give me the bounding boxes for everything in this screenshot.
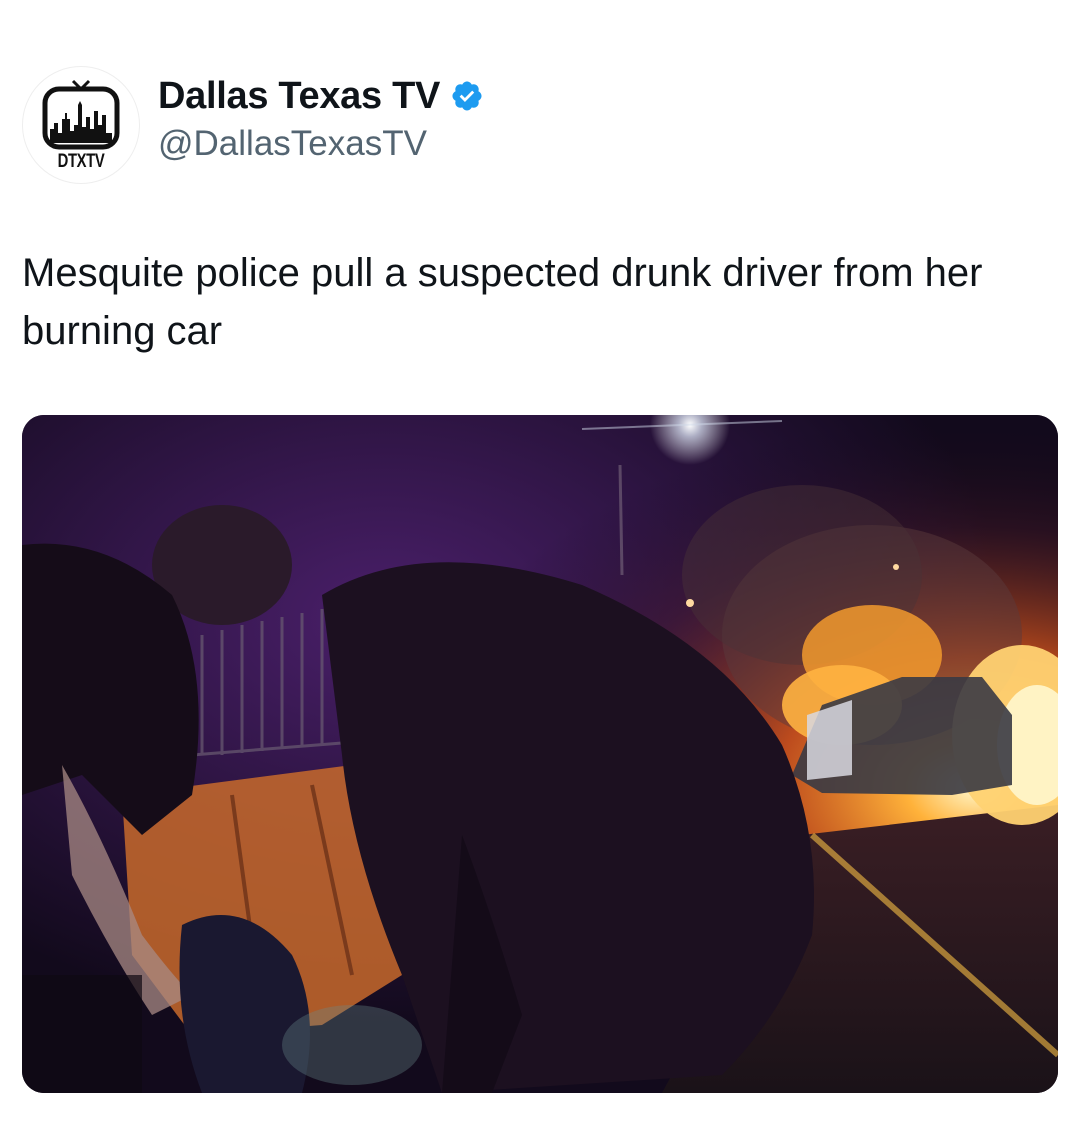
- avatar-logo-text: DTXTV: [57, 151, 105, 172]
- tweet-media-image[interactable]: [22, 415, 1058, 1093]
- account-names: Dallas Texas TV @DallasTexasTV: [158, 72, 484, 166]
- tweet-text: Mesquite police pull a suspected drunk d…: [22, 251, 983, 353]
- account-handle[interactable]: @DallasTexasTV: [158, 122, 484, 166]
- verified-badge-icon: [452, 81, 482, 111]
- tweet-header: DTXTV Dallas Texas TV @DallasTexasTV: [22, 62, 1058, 184]
- burning-car-scene: [22, 415, 1058, 1093]
- display-name-row: Dallas Texas TV: [158, 72, 484, 120]
- account-avatar[interactable]: DTXTV: [22, 66, 140, 184]
- display-name[interactable]: Dallas Texas TV: [158, 72, 440, 120]
